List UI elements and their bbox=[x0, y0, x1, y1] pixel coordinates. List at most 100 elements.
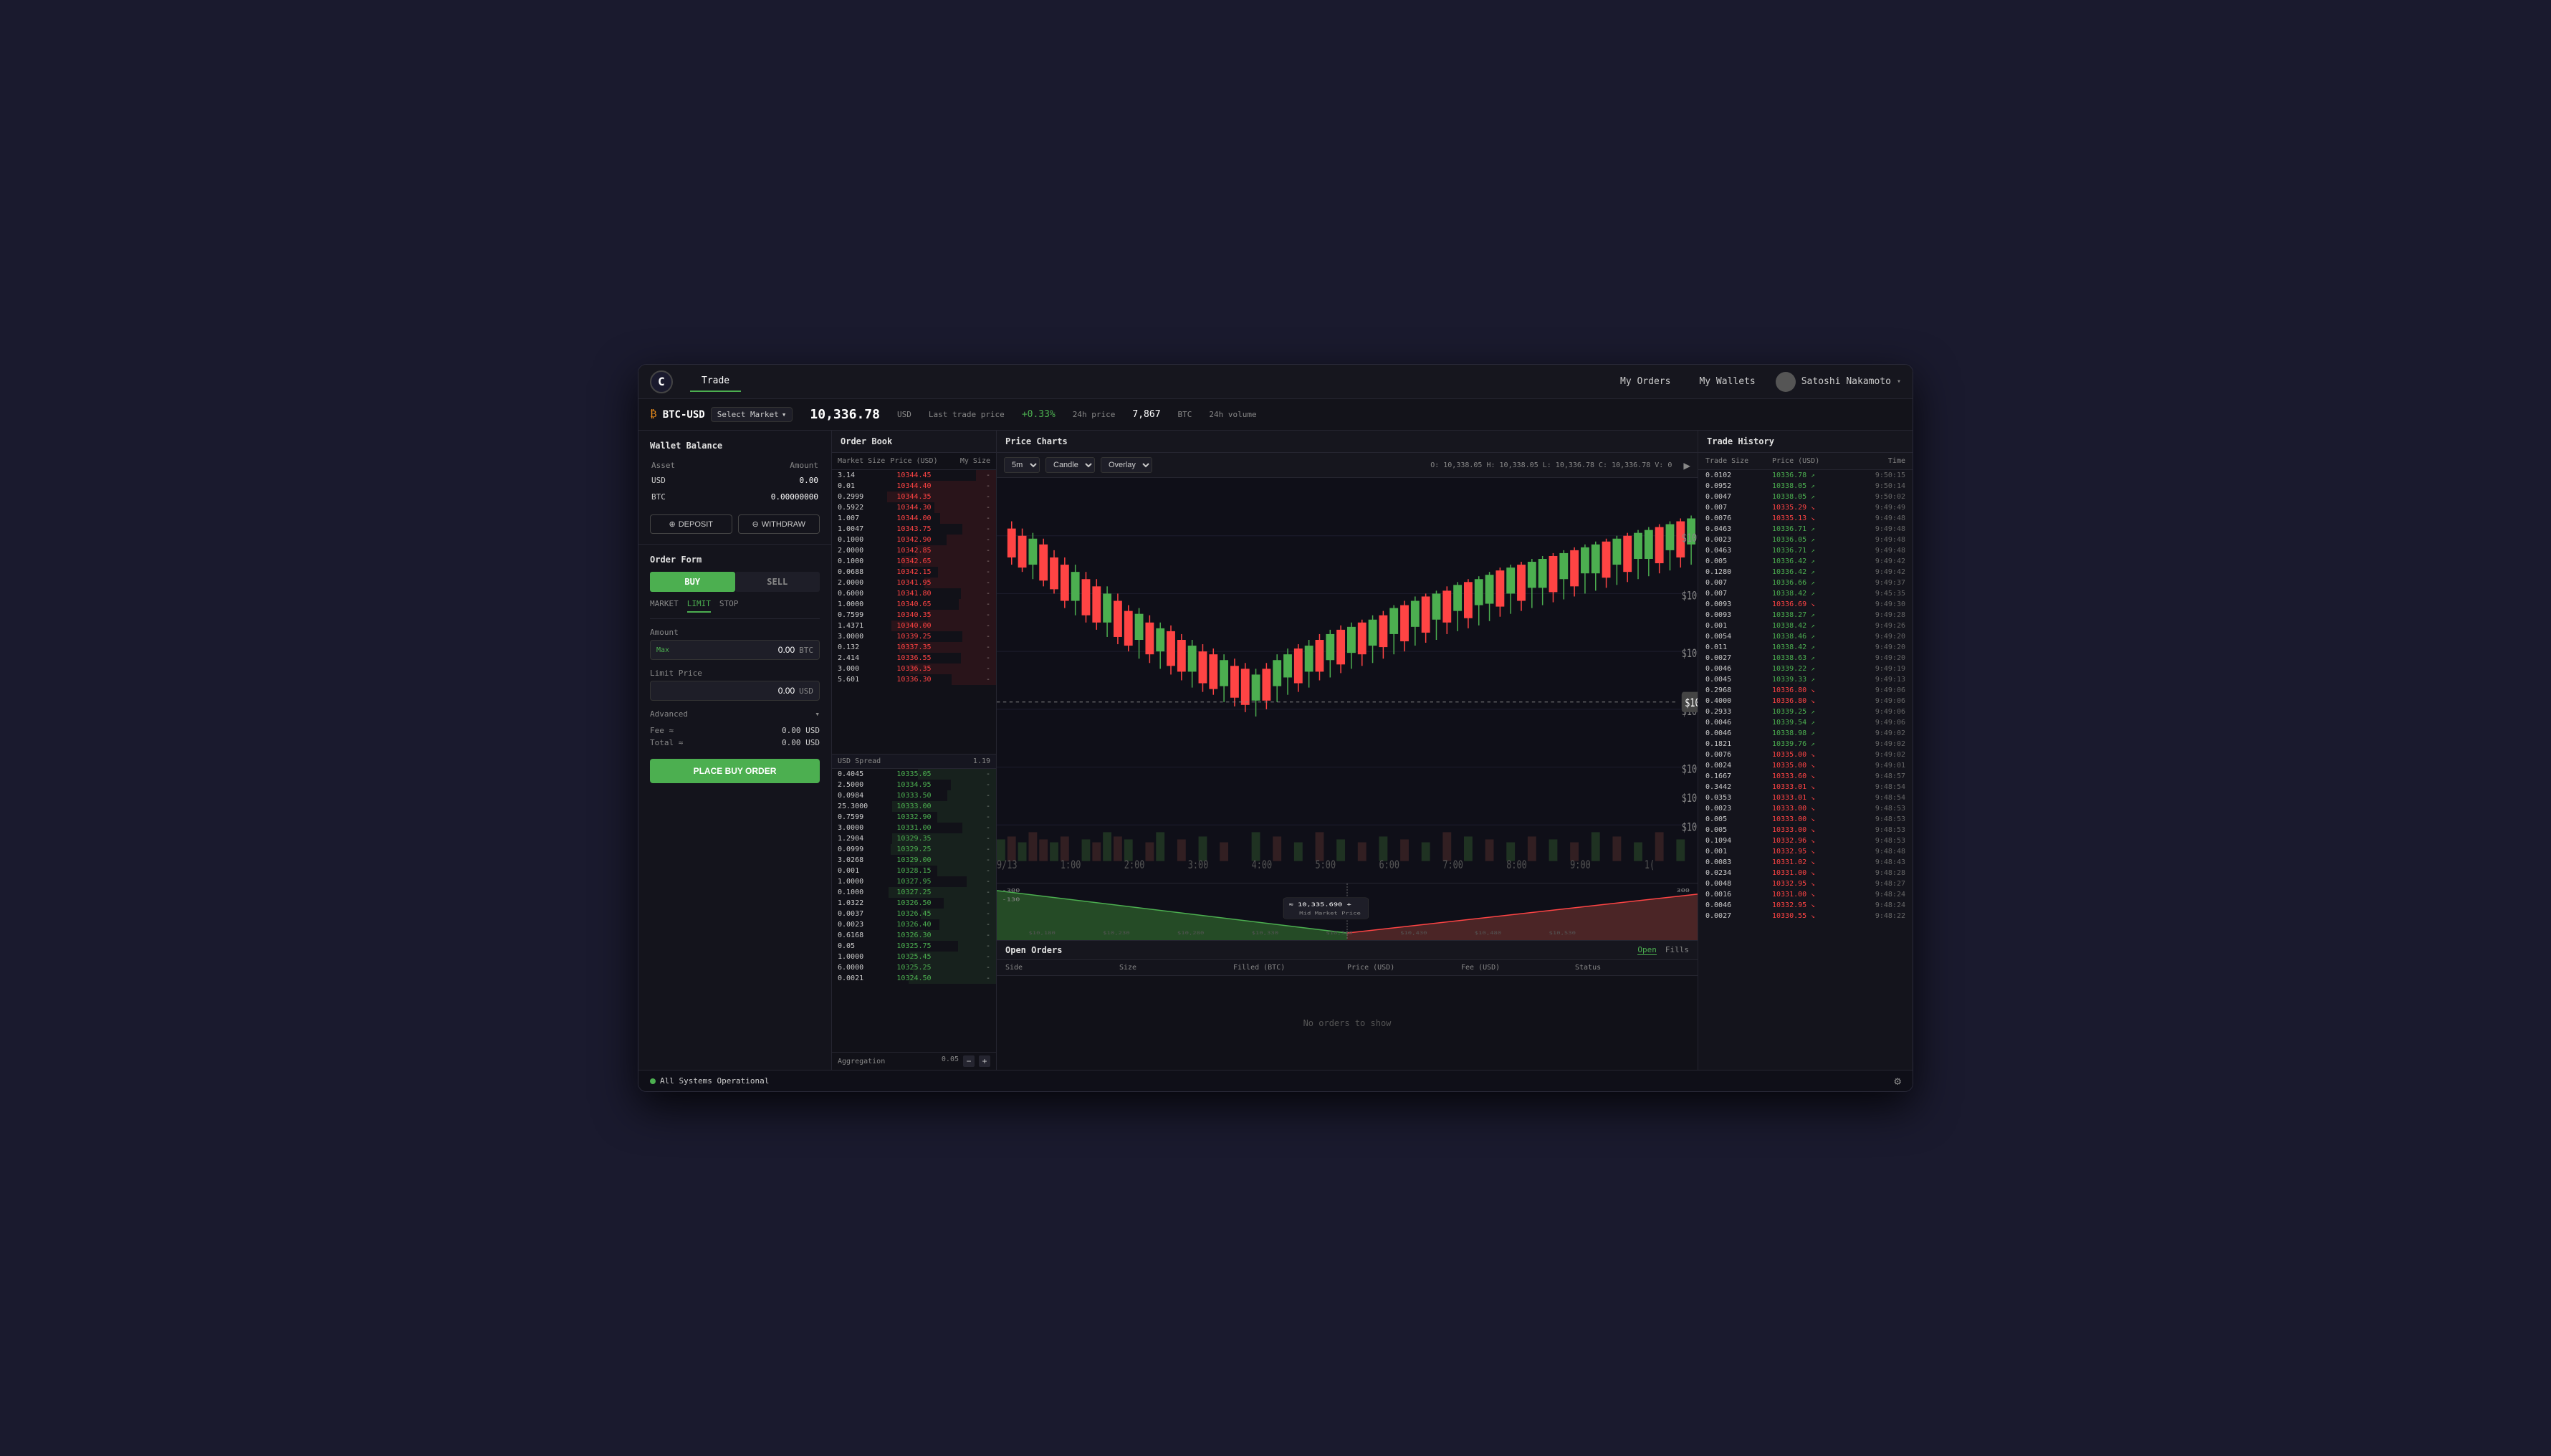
bid-row[interactable]: 0.001 10328.15 - bbox=[832, 866, 996, 876]
volume-currency: BTC bbox=[1178, 410, 1192, 419]
trade-history-row: 0.0046 10339.54 ↗ 9:49:06 bbox=[1698, 717, 1913, 728]
select-market-dropdown[interactable]: Select Market ▾ bbox=[711, 407, 793, 422]
bid-row[interactable]: 2.5000 10334.95 - bbox=[832, 780, 996, 790]
ask-row[interactable]: 1.4371 10340.00 - bbox=[832, 621, 996, 631]
amount-currency: BTC bbox=[799, 646, 813, 655]
trade-history-row: 0.0463 10336.71 ↗ 9:49:48 bbox=[1698, 545, 1913, 556]
ask-row[interactable]: 3.0000 10339.25 - bbox=[832, 631, 996, 642]
fills-tab[interactable]: Fills bbox=[1665, 945, 1689, 955]
settings-gear-icon[interactable]: ⚙ bbox=[1894, 1074, 1901, 1088]
trade-history-row: 0.0027 10330.55 ↘ 9:48:22 bbox=[1698, 911, 1913, 921]
col-fee: Fee (USD) bbox=[1461, 964, 1575, 972]
ask-row[interactable]: 3.000 10336.35 - bbox=[832, 664, 996, 674]
trade-history-row: 0.0463 10336.71 ↗ 9:49:48 bbox=[1698, 524, 1913, 535]
chart-type-select[interactable]: Candle bbox=[1045, 457, 1095, 473]
svg-text:$10,275: $10,275 bbox=[1682, 821, 1698, 834]
overlay-select[interactable]: Overlay bbox=[1101, 457, 1152, 473]
trade-history-row: 0.0048 10332.95 ↘ 9:48:27 bbox=[1698, 878, 1913, 889]
bid-row[interactable]: 0.0023 10326.40 - bbox=[832, 919, 996, 930]
bid-row[interactable]: 0.0999 10329.25 - bbox=[832, 844, 996, 855]
chart-body: $10,425 $10,400 $10,375 $10,350 $10,336.… bbox=[997, 478, 1698, 883]
ask-row[interactable]: 0.5922 10344.30 - bbox=[832, 502, 996, 513]
bid-row[interactable]: 1.0000 10327.95 - bbox=[832, 876, 996, 887]
open-orders-panel: Open Orders Open Fills Side Size Filled … bbox=[997, 941, 1698, 1070]
fee-label: Fee ≈ bbox=[650, 726, 674, 735]
ask-row[interactable]: 2.0000 10342.85 - bbox=[832, 545, 996, 556]
deposit-button[interactable]: ⊕ DEPOSIT bbox=[650, 514, 732, 534]
price-charts-title: Price Charts bbox=[997, 431, 1698, 453]
ask-row[interactable]: 0.6000 10341.80 - bbox=[832, 588, 996, 599]
trade-history-row: 0.0054 10338.46 ↗ 9:49:20 bbox=[1698, 631, 1913, 642]
ask-row[interactable]: 0.0688 10342.15 - bbox=[832, 567, 996, 578]
bid-row[interactable]: 0.7599 10332.90 - bbox=[832, 812, 996, 823]
withdraw-button[interactable]: ⊖ WITHDRAW bbox=[738, 514, 820, 534]
bid-row[interactable]: 3.0000 10331.00 - bbox=[832, 823, 996, 833]
market-tab[interactable]: MARKET bbox=[650, 599, 679, 613]
bid-row[interactable]: 0.05 10325.75 - bbox=[832, 941, 996, 952]
amount-btc: 0.00000000 bbox=[708, 489, 818, 504]
bid-row[interactable]: 0.0021 10324.50 - bbox=[832, 973, 996, 984]
wallet-row-btc: BTC 0.00000000 bbox=[651, 489, 818, 504]
bid-row[interactable]: 3.0268 10329.00 - bbox=[832, 855, 996, 866]
ask-row[interactable]: 3.14 10344.45 - bbox=[832, 470, 996, 481]
user-info[interactable]: Satoshi Nakamoto ▾ bbox=[1776, 372, 1901, 392]
col-filled: Filled (BTC) bbox=[1233, 964, 1347, 972]
svg-text:1(: 1( bbox=[1645, 858, 1655, 871]
bid-row[interactable]: 0.0037 10326.45 - bbox=[832, 909, 996, 919]
svg-text:5:00: 5:00 bbox=[1316, 858, 1336, 871]
buy-sell-tabs: BUY SELL bbox=[650, 572, 820, 592]
ask-row[interactable]: 2.414 10336.55 - bbox=[832, 653, 996, 664]
trade-history-row: 0.0076 10335.00 ↘ 9:49:02 bbox=[1698, 749, 1913, 760]
svg-text:$10,280: $10,280 bbox=[1177, 931, 1205, 936]
ask-row[interactable]: 0.1000 10342.65 - bbox=[832, 556, 996, 567]
bid-row[interactable]: 1.0000 10325.45 - bbox=[832, 952, 996, 962]
open-orders-tabs: Open Fills bbox=[1637, 945, 1689, 955]
my-wallets-link[interactable]: My Wallets bbox=[1690, 372, 1763, 391]
timeframe-select[interactable]: 5m bbox=[1004, 457, 1040, 473]
place-buy-order-button[interactable]: PLACE BUY ORDER bbox=[650, 759, 820, 783]
agg-increase-button[interactable]: + bbox=[979, 1055, 990, 1067]
chart-scroll-right[interactable]: ▶ bbox=[1683, 459, 1690, 472]
svg-text:≈ 10,335.690 +: ≈ 10,335.690 + bbox=[1289, 902, 1351, 908]
sell-tab[interactable]: SELL bbox=[735, 572, 820, 592]
bid-row[interactable]: 0.6168 10326.30 - bbox=[832, 930, 996, 941]
pair-info: ₿ BTC-USD Select Market ▾ bbox=[650, 407, 793, 422]
aggregation-controls: 0.05 − + bbox=[942, 1055, 990, 1067]
limit-price-input[interactable] bbox=[656, 686, 795, 696]
avatar bbox=[1776, 372, 1796, 392]
max-button[interactable]: Max bbox=[656, 646, 669, 654]
ask-row[interactable]: 1.0047 10343.75 - bbox=[832, 524, 996, 535]
my-orders-link[interactable]: My Orders bbox=[1612, 372, 1679, 391]
amount-input-wrap: Max BTC bbox=[650, 640, 820, 660]
buy-tab[interactable]: BUY bbox=[650, 572, 735, 592]
tab-trade[interactable]: Trade bbox=[690, 371, 741, 392]
ask-row[interactable]: 0.1000 10342.90 - bbox=[832, 535, 996, 545]
ob-column-headers: Market Size Price (USD) My Size bbox=[832, 453, 996, 470]
bid-row[interactable]: 0.0984 10333.50 - bbox=[832, 790, 996, 801]
limit-price-group: Limit Price USD bbox=[650, 669, 820, 701]
trade-history-row: 0.0024 10335.00 ↘ 9:49:01 bbox=[1698, 760, 1913, 771]
username: Satoshi Nakamoto bbox=[1801, 376, 1891, 387]
bid-row[interactable]: 1.0322 10326.50 - bbox=[832, 898, 996, 909]
ask-row[interactable]: 0.2999 10344.35 - bbox=[832, 492, 996, 502]
bid-row[interactable]: 1.2904 10329.35 - bbox=[832, 833, 996, 844]
ask-row[interactable]: 1.007 10344.00 - bbox=[832, 513, 996, 524]
ask-row[interactable]: 5.601 10336.30 - bbox=[832, 674, 996, 685]
oo-table-header: Side Size Filled (BTC) Price (USD) Fee (… bbox=[997, 960, 1698, 976]
ask-row[interactable]: 0.7599 10340.35 - bbox=[832, 610, 996, 621]
limit-tab[interactable]: LIMIT bbox=[687, 599, 711, 613]
bid-row[interactable]: 6.0000 10325.25 - bbox=[832, 962, 996, 973]
amount-input[interactable] bbox=[675, 645, 795, 655]
trade-history-row: 0.0952 10338.05 ↗ 9:50:14 bbox=[1698, 481, 1913, 492]
ask-row[interactable]: 2.0000 10341.95 - bbox=[832, 578, 996, 588]
agg-decrease-button[interactable]: − bbox=[963, 1055, 975, 1067]
ask-row[interactable]: 1.0000 10340.65 - bbox=[832, 599, 996, 610]
open-tab[interactable]: Open bbox=[1637, 945, 1657, 955]
ask-row[interactable]: 0.01 10344.40 - bbox=[832, 481, 996, 492]
stop-tab[interactable]: STOP bbox=[719, 599, 739, 613]
ask-row[interactable]: 0.132 10337.35 - bbox=[832, 642, 996, 653]
bid-row[interactable]: 0.4045 10335.05 - bbox=[832, 769, 996, 780]
advanced-toggle[interactable]: Advanced ▾ bbox=[650, 709, 820, 719]
bid-row[interactable]: 25.3000 10333.00 - bbox=[832, 801, 996, 812]
bid-row[interactable]: 0.1000 10327.25 - bbox=[832, 887, 996, 898]
